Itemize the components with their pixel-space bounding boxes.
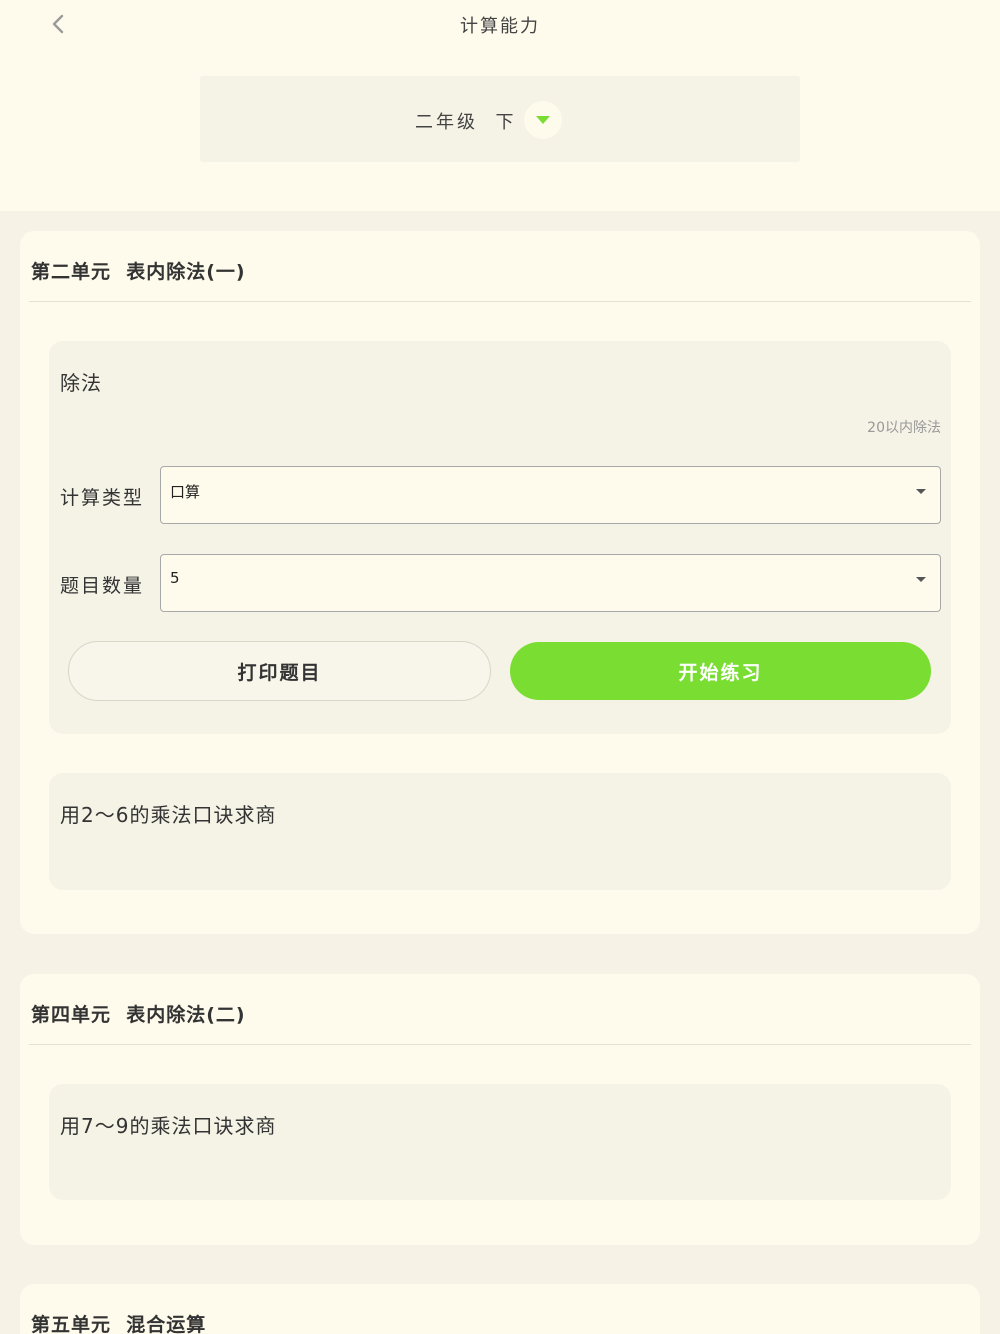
calc-type-select[interactable]: 口算 [160,466,941,524]
page-title: 计算能力 [460,16,540,37]
unit-card: 第四单元 表内除法(二) 用7～9的乘法口诀求商 [20,974,980,1245]
divider [29,301,971,302]
lesson-title: 用2～6的乘法口诀求商 [60,803,277,827]
unit-card: 第五单元 混合运算 [20,1284,980,1334]
dropdown-arrow-icon [916,577,926,582]
question-count-label: 题目数量 [60,575,145,597]
lesson-title: 用7～9的乘法口诀求商 [60,1114,277,1138]
unit-card: 第二单元 表内除法(一) 除法 20以内除法 计算类型 口算 题目数量 5 打印… [20,231,980,934]
unit-title: 第二单元 表内除法(一) [31,261,246,283]
calc-type-value: 口算 [170,483,201,501]
calc-type-label: 计算类型 [60,487,145,509]
lesson-panel-expanded: 除法 20以内除法 计算类型 口算 题目数量 5 打印题目 开始练习 [49,341,951,734]
grade-label[interactable]: 二年级 下 [415,108,516,134]
lesson-item[interactable]: 用2～6的乘法口诀求商 [49,773,951,890]
top-bar: 计算能力 二年级 下 [0,0,1000,211]
unit-title: 第五单元 混合运算 [31,1314,207,1334]
question-count-value: 5 [170,569,180,587]
dropdown-arrow-icon [916,489,926,494]
question-count-select[interactable]: 5 [160,554,941,612]
print-questions-button[interactable]: 打印题目 [68,641,491,701]
divider [29,1044,971,1045]
start-practice-button[interactable]: 开始练习 [510,642,931,700]
lesson-note: 20以内除法 [867,420,941,436]
caret-down-icon [536,116,550,124]
lesson-title: 除法 [60,371,102,395]
lesson-item[interactable]: 用7～9的乘法口诀求商 [49,1084,951,1200]
grade-dropdown-toggle[interactable] [524,101,562,139]
unit-title: 第四单元 表内除法(二) [31,1004,246,1026]
